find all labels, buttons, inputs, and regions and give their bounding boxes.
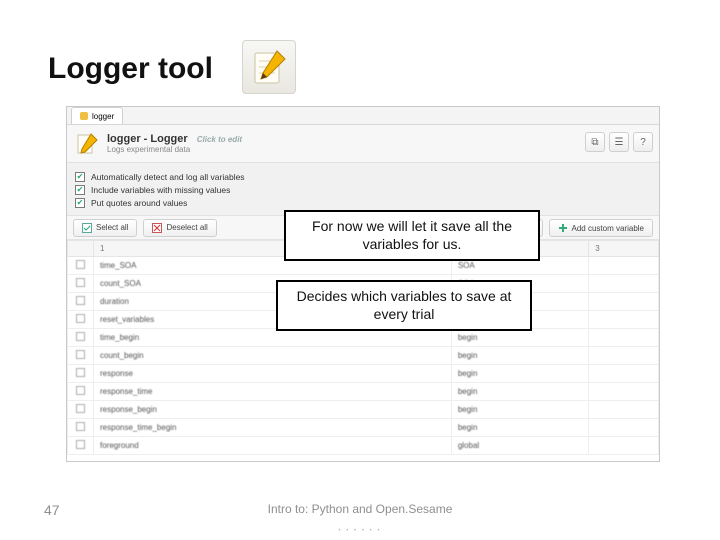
- checkbox-icon: [76, 332, 85, 341]
- button-label: Add custom variable: [572, 224, 644, 233]
- annotation-callout-2: Decides which variables to save at every…: [276, 280, 532, 331]
- variable-extra-cell: [589, 365, 659, 383]
- variable-source-cell: begin: [451, 329, 588, 347]
- row-checkbox-cell[interactable]: [68, 275, 94, 293]
- checkbox-icon: [76, 314, 85, 323]
- button-label: Select all: [96, 223, 128, 232]
- checkmark-icon: ✔: [75, 185, 85, 195]
- deselect-all-button[interactable]: Deselect all: [143, 219, 216, 237]
- row-checkbox-cell[interactable]: [68, 329, 94, 347]
- row-checkbox-cell[interactable]: [68, 293, 94, 311]
- header-help-button[interactable]: ?: [633, 132, 653, 152]
- table-row[interactable]: response_timebegin: [68, 383, 659, 401]
- variable-extra-cell: [589, 347, 659, 365]
- slide-footer: Intro to: Python and Open.Sesame: [0, 502, 720, 516]
- variable-source-cell: begin: [451, 419, 588, 437]
- slide-title: Logger tool: [48, 52, 213, 86]
- variables-table: 1 2 3 time_SOASOAcount_SOASOAdurationSOA…: [67, 240, 659, 455]
- table-row[interactable]: time_beginbegin: [68, 329, 659, 347]
- row-checkbox-cell[interactable]: [68, 383, 94, 401]
- variable-name-cell: time_begin: [94, 329, 452, 347]
- button-label: Deselect all: [166, 223, 207, 232]
- checkbox-icon: [76, 350, 85, 359]
- tab-label: logger: [92, 112, 114, 121]
- deselect-all-icon: [152, 223, 162, 233]
- row-checkbox-cell[interactable]: [68, 401, 94, 419]
- checkmark-icon: ✔: [75, 172, 85, 182]
- logger-icon: [75, 132, 99, 156]
- tab-logger[interactable]: logger: [71, 107, 123, 124]
- checkbox-auto-detect[interactable]: ✔ Automatically detect and log all varia…: [75, 172, 651, 182]
- variable-source-cell: begin: [451, 347, 588, 365]
- select-all-button[interactable]: Select all: [73, 219, 137, 237]
- checkbox-icon: [76, 422, 85, 431]
- click-to-edit-hint[interactable]: Click to edit: [197, 135, 242, 144]
- row-checkbox-cell[interactable]: [68, 257, 94, 275]
- annotation-callout-1: For now we will let it save all the vari…: [284, 210, 540, 261]
- row-checkbox-cell[interactable]: [68, 365, 94, 383]
- options-panel: ✔ Automatically detect and log all varia…: [67, 163, 659, 216]
- row-checkbox-cell[interactable]: [68, 347, 94, 365]
- checkbox-label: Include variables with missing values: [91, 185, 230, 195]
- variable-extra-cell: [589, 275, 659, 293]
- header-title: logger - Logger: [107, 133, 188, 145]
- select-all-icon: [82, 223, 92, 233]
- checkbox-label: Put quotes around values: [91, 198, 187, 208]
- table-row[interactable]: responsebegin: [68, 365, 659, 383]
- checkmark-icon: ✔: [75, 198, 85, 208]
- variable-name-cell: response_time: [94, 383, 452, 401]
- row-checkbox-cell[interactable]: [68, 419, 94, 437]
- plus-icon: [558, 223, 568, 233]
- col-3[interactable]: 3: [589, 241, 659, 257]
- add-custom-variable-button[interactable]: Add custom variable: [549, 219, 653, 237]
- variable-extra-cell: [589, 437, 659, 455]
- variables-table-container: 1 2 3 time_SOASOAcount_SOASOAdurationSOA…: [67, 240, 659, 462]
- table-row[interactable]: response_beginbegin: [68, 401, 659, 419]
- table-row[interactable]: count_beginbegin: [68, 347, 659, 365]
- row-checkbox-cell[interactable]: [68, 437, 94, 455]
- checkbox-icon: [76, 404, 85, 413]
- row-checkbox-cell[interactable]: [68, 311, 94, 329]
- checkbox-label: Automatically detect and log all variabl…: [91, 172, 245, 182]
- header-action-2[interactable]: ☰: [609, 132, 629, 152]
- notepad-pencil-icon: [242, 40, 296, 94]
- logger-tab-icon: [80, 112, 88, 120]
- variable-extra-cell: [589, 329, 659, 347]
- variable-extra-cell: [589, 401, 659, 419]
- checkbox-icon: [76, 386, 85, 395]
- checkbox-icon: [76, 296, 85, 305]
- variable-source-cell: global: [451, 437, 588, 455]
- variable-extra-cell: [589, 293, 659, 311]
- component-header: logger - Logger Click to edit Logs exper…: [67, 125, 659, 163]
- variable-name-cell: response_time_begin: [94, 419, 452, 437]
- variable-name-cell: response_begin: [94, 401, 452, 419]
- variable-name-cell: foreground: [94, 437, 452, 455]
- header-subtitle: Logs experimental data: [107, 145, 242, 154]
- header-action-1[interactable]: ⧉: [585, 132, 605, 152]
- checkbox-include-missing[interactable]: ✔ Include variables with missing values: [75, 185, 651, 195]
- checkbox-icon: [76, 368, 85, 377]
- checkbox-icon: [76, 440, 85, 449]
- variable-source-cell: begin: [451, 365, 588, 383]
- checkbox-icon: [76, 278, 85, 287]
- variable-name-cell: count_begin: [94, 347, 452, 365]
- variable-source-cell: begin: [451, 401, 588, 419]
- decorative-ticks: • • • • • •: [0, 528, 720, 534]
- variable-source-cell: begin: [451, 383, 588, 401]
- table-row[interactable]: foregroundglobal: [68, 437, 659, 455]
- variable-extra-cell: [589, 383, 659, 401]
- variable-name-cell: response: [94, 365, 452, 383]
- table-row[interactable]: response_time_beginbegin: [68, 419, 659, 437]
- variable-extra-cell: [589, 257, 659, 275]
- checkbox-icon: [76, 260, 85, 269]
- tab-bar: logger: [67, 107, 659, 125]
- variable-extra-cell: [589, 419, 659, 437]
- variable-extra-cell: [589, 311, 659, 329]
- checkbox-put-quotes[interactable]: ✔ Put quotes around values: [75, 198, 651, 208]
- col-checkbox[interactable]: [68, 241, 94, 257]
